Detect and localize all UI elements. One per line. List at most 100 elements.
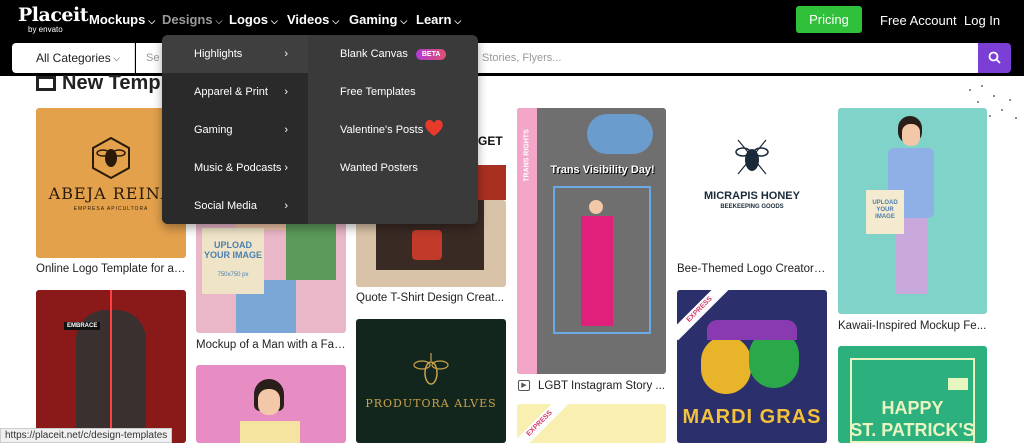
tote-text: UPLOAD YOUR IMAGE [203, 240, 262, 260]
menu-item-social-media[interactable]: Social Media › [162, 187, 308, 224]
paint-stroke [587, 114, 653, 154]
card-mardi-gras[interactable]: EXPRESS MARDI GRAS [677, 290, 827, 443]
designs-dropdown-menu: Highlights › Apparel & Print › Gaming › Mus… [162, 35, 478, 224]
bee-gold-icon [413, 353, 449, 385]
card-st-patricks[interactable]: HAPPY ST. PATRICK'S [838, 346, 987, 443]
menu-item-label: Social Media [194, 200, 257, 212]
card-caption[interactable]: Quote T-Shirt Design Creat... [356, 292, 506, 304]
card-productora-alves[interactable]: PRODUTORA ALVES [356, 319, 506, 443]
menu-item-apparel-print[interactable]: Apparel & Print › [162, 73, 308, 111]
logo-text: Placeit [18, 4, 88, 26]
page-heading: New Temp [36, 72, 161, 95]
nav-designs-label: Designs [162, 12, 213, 27]
pricing-button[interactable]: Pricing [796, 6, 862, 33]
man-face [902, 124, 920, 146]
menu-item-label: Free Templates [340, 86, 416, 98]
menu-item-valentines-posts[interactable]: Valentine's Posts [340, 119, 443, 136]
quote-partial-art [478, 165, 506, 200]
chevron-right-icon: › [284, 200, 288, 212]
menu-item-label: Wanted Posters [340, 162, 418, 174]
tote-bag [202, 228, 264, 294]
woman-top [240, 421, 300, 443]
placeit-logo[interactable]: Placeit by envato [18, 5, 88, 34]
chevron-right-icon: › [284, 86, 288, 98]
tote-text: UPLOAD YOUR IMAGE [872, 200, 898, 220]
menu-item-gaming[interactable]: Gaming › [162, 111, 308, 149]
woman-face [589, 200, 603, 214]
search-button[interactable] [978, 43, 1011, 73]
menu-item-blank-canvas[interactable]: Blank Canvas BETA [340, 48, 447, 60]
card-express-yellow[interactable]: EXPRESS [517, 404, 666, 443]
mardigras-title: MARDI GRAS [682, 406, 822, 428]
card-caption[interactable]: Bee-Themed Logo Creator f... [677, 263, 827, 275]
micrapis-subtitle: BEEKEEPING GOODS [720, 204, 784, 210]
nav-videos[interactable]: Videos ⌵ [287, 12, 339, 27]
chevron-down-icon: ⌵ [113, 53, 120, 63]
card-kawaii-tote[interactable]: UPLOAD YOUR IMAGE [838, 108, 987, 314]
heart-icon [425, 119, 443, 136]
category-select-label: All Categories [36, 51, 111, 65]
tshirt-graphic-red [412, 230, 442, 260]
logo-subtext: by envato [28, 25, 63, 34]
trans-banner: Trans Visibility Day! [550, 164, 655, 176]
tote-size: 750x750 px [217, 272, 249, 278]
chevron-right-icon: › [284, 124, 288, 136]
chevron-down-icon: ⌵ [271, 16, 278, 26]
bee-crest-icon [735, 139, 769, 175]
nav-logos[interactable]: Logos ⌵ [229, 12, 278, 27]
chevron-down-icon: ⌵ [215, 16, 223, 26]
express-ribbon: EXPRESS [517, 404, 571, 443]
menu-item-wanted-posters[interactable]: Wanted Posters [340, 162, 418, 174]
card-woman-pink[interactable] [196, 365, 346, 443]
menu-item-label: Highlights [194, 48, 243, 60]
nav-mockups-label: Mockups [89, 12, 146, 27]
menu-item-highlights[interactable]: Highlights › [162, 35, 308, 73]
clover-badge [948, 378, 968, 390]
nav-learn-label: Learn [416, 12, 452, 27]
menu-item-music-podcasts[interactable]: Music & Podcasts › [162, 149, 308, 187]
chevron-down-icon: ⌵ [148, 16, 156, 26]
quote-partial-text: GET [478, 134, 503, 148]
login-link[interactable]: Log In [964, 13, 1000, 28]
chevron-down-icon: ⌵ [332, 16, 340, 26]
card-caption[interactable]: Online Logo Template for a ... [36, 263, 186, 275]
video-icon: ▶ [518, 380, 530, 391]
nav-logos-label: Logos [229, 12, 268, 27]
category-select[interactable]: All Categories ⌵ [12, 43, 135, 73]
nav-mockups[interactable]: Mockups ⌵ [89, 12, 155, 27]
chevron-down-icon: ⌵ [400, 16, 408, 26]
bee-emblem-icon [92, 136, 130, 180]
nav-gaming-label: Gaming [349, 12, 398, 27]
trans-side-text: TRANS RIGHTS [523, 129, 531, 182]
card-caption[interactable]: Mockup of a Man with a Fac... [196, 339, 346, 351]
menu-item-free-templates[interactable]: Free Templates [340, 86, 416, 98]
nav-designs[interactable]: Designs ⌵ [162, 12, 222, 27]
menu-item-label: Blank Canvas [340, 48, 408, 60]
search-placeholder-end: Stories, Flyers... [482, 52, 562, 64]
micrapis-title: MICRAPIS HONEY [704, 190, 800, 202]
card-micrapis-honey[interactable]: MICRAPIS HONEY BEEKEEPING GOODS [677, 108, 827, 258]
chevron-right-icon: › [284, 48, 288, 60]
free-account-link[interactable]: Free Account [880, 13, 957, 28]
sparkle-icon [36, 76, 56, 91]
nav-videos-label: Videos [287, 12, 330, 27]
card-caption[interactable]: Kawaii-Inspired Mockup Fe... [838, 320, 987, 332]
knight-label: EMBRACE [64, 322, 101, 330]
card-trans-visibility[interactable]: TRANS RIGHTS Trans Visibility Day! [517, 108, 666, 374]
menu-item-label: Valentine's Posts [340, 124, 424, 136]
menu-item-label: Gaming [194, 124, 233, 136]
chevron-right-icon: › [284, 162, 288, 174]
card-knight[interactable]: EMBRACE [36, 290, 186, 443]
chevron-down-icon: ⌵ [454, 16, 462, 26]
search-icon [988, 51, 1001, 64]
nav-gaming[interactable]: Gaming ⌵ [349, 12, 407, 27]
woman-pink-suit [581, 216, 613, 326]
woman-face [258, 389, 280, 415]
menu-item-label: Apparel & Print [194, 86, 268, 98]
light-beam [110, 290, 112, 443]
status-url: https://placeit.net/c/design-templates [0, 428, 173, 443]
nav-learn[interactable]: Learn ⌵ [416, 12, 461, 27]
card-caption[interactable]: LGBT Instagram Story ... [538, 380, 666, 392]
search-placeholder-start: Se [146, 52, 160, 64]
stpatrick-line1: HAPPY [881, 398, 944, 418]
